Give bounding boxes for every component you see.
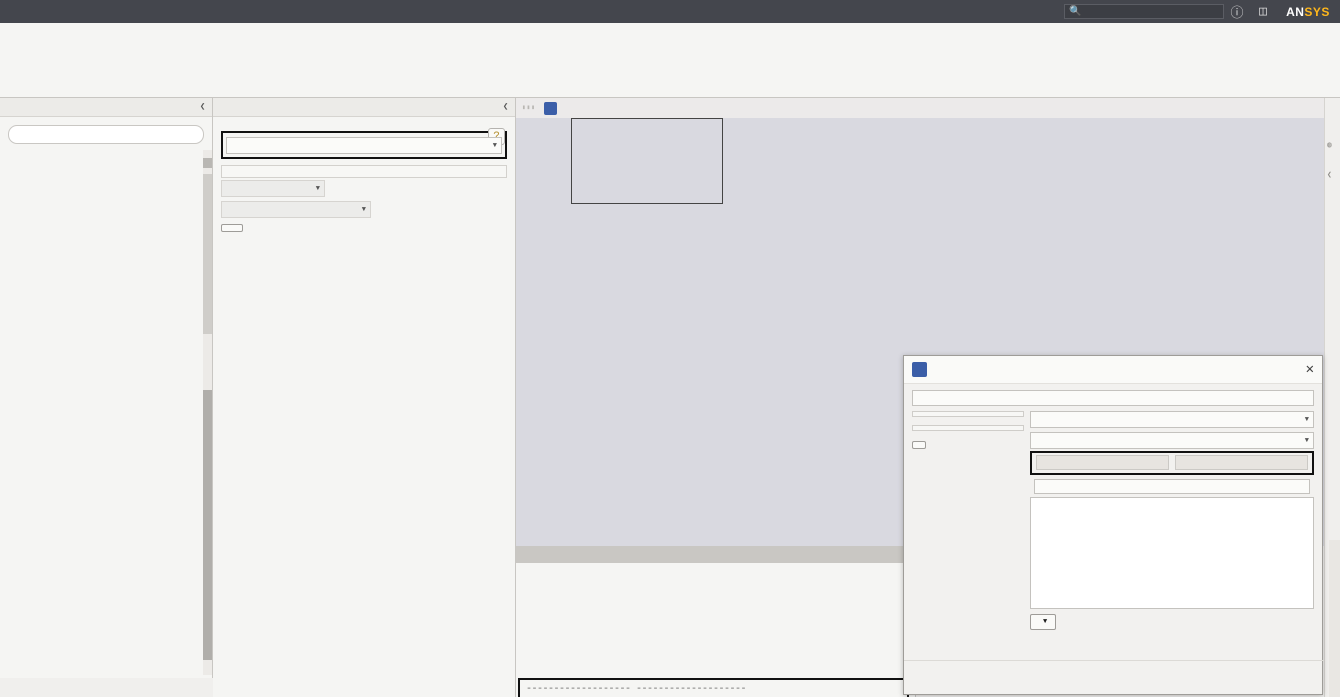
fluent-window-badge	[544, 101, 557, 115]
contours-right-column: ▼ ▼ ▼	[1030, 409, 1314, 630]
default-button[interactable]	[221, 224, 243, 232]
graphics-bottom-toolbar	[520, 510, 910, 544]
spatial-discretization-box	[221, 165, 507, 178]
right-collapse-icon[interactable]: ❮	[1327, 170, 1332, 180]
contour-name-input[interactable]	[912, 390, 1314, 406]
contours-of-sub-dropdown[interactable]: ▼	[1030, 432, 1314, 449]
search-icon: 🔍	[1069, 6, 1082, 18]
ribbon-tab-bar: 🔍 ⓘ ◫ AN SYS	[0, 0, 1340, 23]
chevron-left-icon[interactable]: ❮	[200, 102, 206, 112]
right-handle-icon[interactable]: ◍	[1327, 140, 1332, 150]
chevron-down-icon: ▼	[361, 205, 366, 214]
outline-scroll-thumb[interactable]	[203, 390, 212, 660]
contours-dialog-header[interactable]: ✕	[904, 356, 1322, 384]
coloring-radio-list	[912, 425, 1024, 431]
surfaces-filter-input[interactable]	[1034, 479, 1310, 494]
contours-dialog-body: ▼ ▼ ▼	[904, 384, 1322, 634]
chevron-down-icon: ▼	[315, 184, 320, 193]
min-input[interactable]	[1036, 455, 1169, 470]
min-field	[1036, 455, 1169, 470]
outline-view-panel: ❮	[0, 98, 213, 678]
options-column	[912, 409, 1024, 630]
chevron-left-icon[interactable]: ❮	[503, 102, 509, 112]
task-page-body: ▼ ▼ ▼	[213, 117, 515, 236]
min-max-highlight-box	[1030, 451, 1314, 475]
fluent-application-window: 🔍 ⓘ ◫ ANSYS ❮ ❮ ?	[0, 0, 1340, 697]
chevron-down-icon: ▼	[492, 141, 497, 150]
help-icon[interactable]: ⓘ	[1224, 0, 1250, 23]
console-header	[516, 546, 915, 563]
contour-options-list	[912, 411, 1024, 417]
quick-search-input[interactable]: 🔍	[1064, 4, 1224, 19]
close-icon[interactable]: ✕	[1306, 361, 1314, 378]
fluent-dialog-badge	[912, 362, 927, 377]
colormap-options-button[interactable]	[912, 441, 926, 449]
contours-dialog: ✕ ▼ ▼ ▼	[903, 355, 1324, 695]
task-page-panel: ❮ ? ▼ ▼ ▼	[213, 98, 516, 697]
scheme-highlight-box: ▼	[221, 131, 507, 159]
panels-icon[interactable]: ◫	[1250, 0, 1276, 23]
contours-of-dropdown[interactable]: ▼	[1030, 411, 1314, 428]
outline-tree	[0, 150, 204, 675]
structure-transient-dropdown: ▼	[221, 201, 371, 218]
ansys-logo: AN SYS	[1276, 0, 1340, 23]
scroll-up-arrow[interactable]	[203, 158, 212, 168]
surfaces-list[interactable]	[1030, 497, 1314, 609]
coloring-section	[912, 425, 1024, 431]
contours-dialog-footer	[904, 660, 1324, 694]
outline-filter-input[interactable]	[8, 125, 204, 144]
console-output[interactable]	[516, 563, 915, 674]
transient-formulation-dropdown: ▼	[221, 180, 325, 197]
chevron-down-icon: ▼	[1304, 436, 1309, 445]
drag-handle[interactable]: ▮▮▮	[522, 104, 536, 111]
titlebar-right-tools: 🔍 ⓘ ◫ AN SYS	[1064, 0, 1340, 23]
ribbon-toolbar	[0, 23, 1340, 98]
right-scrollbar[interactable]	[1329, 540, 1340, 697]
new-surface-button[interactable]: ▼	[1030, 614, 1057, 630]
heat-transfer-report-box: ------------------- --------------------…	[518, 678, 909, 697]
outline-scroll-thumb-upper[interactable]	[203, 174, 212, 334]
scheme-dropdown[interactable]: ▼	[226, 137, 502, 154]
chevron-down-icon: ▼	[1304, 415, 1309, 424]
ribbon-collapse-caret[interactable]	[0, 0, 26, 23]
console-panel: ------------------- --------------------…	[516, 546, 916, 697]
outline-scrollbar[interactable]	[203, 150, 212, 675]
max-input[interactable]	[1175, 455, 1308, 470]
max-field	[1175, 455, 1308, 470]
heat-report-separator-top: ------------------- --------------------	[526, 684, 747, 695]
surfaces-filter-row	[1030, 479, 1314, 494]
task-page-header: ❮	[213, 98, 515, 117]
graphics-window-header: ▮▮▮ ✕	[516, 98, 1340, 118]
chevron-down-icon: ▼	[1043, 618, 1048, 626]
outline-view-header: ❮	[0, 98, 212, 117]
